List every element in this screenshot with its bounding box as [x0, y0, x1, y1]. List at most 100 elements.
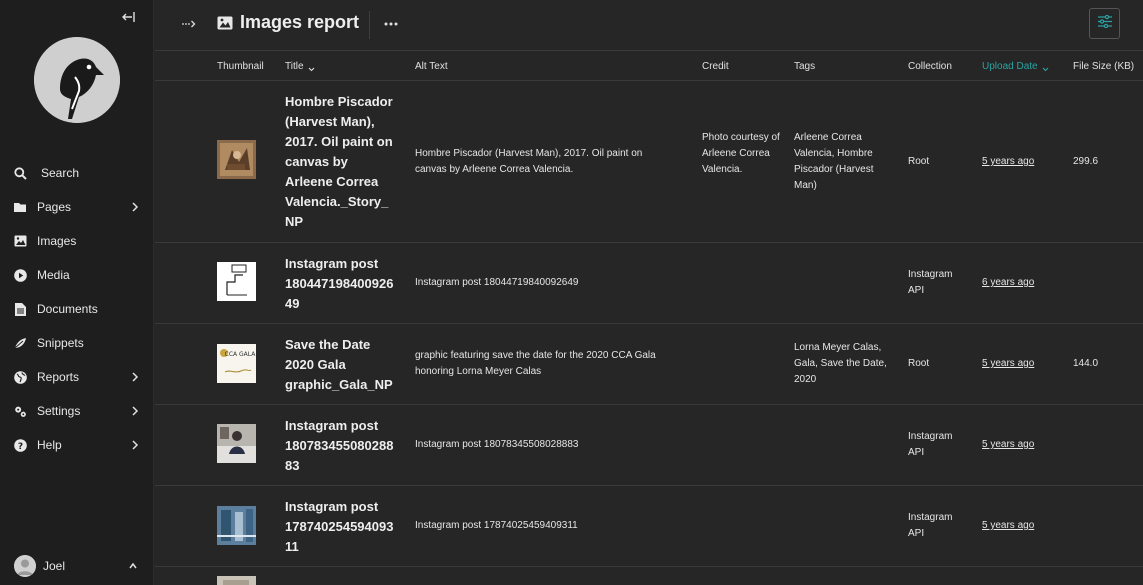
sidebar-item-search[interactable]: Search	[0, 156, 154, 190]
sidebar-item-help[interactable]: ? Help	[0, 428, 154, 462]
chevron-right-icon	[130, 371, 140, 383]
table-row: Instagram post 17874025459409311 Instagr…	[155, 486, 1143, 567]
sidebar-item-pages[interactable]: Pages	[0, 190, 154, 224]
wagtail-logo[interactable]	[34, 37, 120, 123]
column-header-alt-text: Alt Text	[415, 61, 448, 72]
sidebar-item-documents[interactable]: Documents	[0, 292, 154, 326]
table-row	[155, 567, 1143, 585]
sidebar-item-label: Pages	[37, 200, 72, 214]
sidebar-item-label: Settings	[37, 404, 81, 418]
file-size: 144.0	[1073, 358, 1099, 369]
upload-date[interactable]: 5 years ago	[982, 154, 1034, 170]
tags: Lorna Meyer Calas, Gala, Save the Date, …	[794, 342, 887, 385]
column-header-collection: Collection	[908, 61, 952, 72]
sidebar-item-label: Documents	[37, 302, 98, 316]
image-title-link[interactable]: Hombre Piscador (Harvest Man), 2017. Oil…	[285, 92, 397, 232]
image-icon	[14, 235, 27, 248]
sidebar-item-label: Images	[37, 234, 77, 248]
table-header: Thumbnail Title Alt Text Credit Tags Col…	[155, 52, 1143, 81]
more-actions-icon[interactable]	[383, 16, 399, 32]
search-icon	[14, 166, 27, 180]
sidebar-item-label: Media	[37, 268, 70, 282]
thumbnail-image[interactable]	[217, 576, 256, 585]
page-title: Images report	[240, 12, 360, 32]
collapse-sidebar-icon[interactable]	[121, 9, 137, 25]
sidebar: Search Pages Images Media Documents Snip…	[0, 0, 154, 585]
image-icon	[217, 15, 233, 31]
alt-text: Instagram post 17874025459409311	[415, 520, 578, 531]
chevron-down-icon	[1042, 64, 1049, 72]
folder-icon	[14, 201, 27, 214]
column-header-thumbnail: Thumbnail	[217, 61, 264, 72]
collection: Root	[908, 358, 930, 369]
thumbnail-image[interactable]	[217, 424, 256, 463]
table-row: Instagram post 18078345508028883 Instagr…	[155, 405, 1143, 486]
alt-text: Instagram post 18078345508028883	[415, 439, 579, 450]
column-header-label: Title	[285, 61, 304, 72]
sliders-icon	[1097, 14, 1112, 33]
sidebar-item-snippets[interactable]: Snippets	[0, 326, 154, 360]
filter-button[interactable]	[1089, 8, 1120, 39]
column-header-title[interactable]: Title	[285, 61, 315, 72]
alt-text: Instagram post 18044719840092649	[415, 277, 579, 288]
chevron-right-icon	[130, 201, 140, 213]
svg-text:CCA GALA: CCA GALA	[225, 351, 256, 358]
file-size: 299.6	[1073, 156, 1099, 167]
tags: Arleene Correa Valencia, Hombre Piscador…	[794, 132, 874, 191]
image-title-link[interactable]: Instagram post 17874025459409311	[285, 497, 397, 557]
alt-text: graphic featuring save the date for the …	[415, 350, 656, 377]
sidebar-item-label: Reports	[37, 370, 80, 384]
collection: Instagram API	[908, 269, 953, 296]
sidebar-item-label: Snippets	[37, 336, 84, 350]
sidebar-nav: Search Pages Images Media Documents Snip…	[0, 156, 154, 462]
chevron-up-icon	[128, 560, 138, 572]
credit: Photo courtesy of Arleene Correa Valenci…	[702, 132, 780, 175]
breadcrumb-toggle-icon[interactable]	[181, 16, 197, 32]
account-menu[interactable]: Joel	[14, 555, 140, 577]
svg-text:?: ?	[18, 442, 23, 452]
sidebar-item-images[interactable]: Images	[0, 224, 154, 258]
upload-date[interactable]: 5 years ago	[982, 518, 1034, 534]
sidebar-item-media[interactable]: Media	[0, 258, 154, 292]
user-name: Joel	[43, 559, 66, 573]
chevron-right-icon	[130, 405, 140, 417]
table-row: Instagram post 18044719840092649 Instagr…	[155, 243, 1143, 324]
snippet-icon	[14, 337, 27, 350]
help-icon: ?	[14, 438, 27, 452]
page-header: Images report	[155, 0, 1143, 51]
column-header-upload-date[interactable]: Upload Date	[982, 61, 1049, 72]
images-table: Thumbnail Title Alt Text Credit Tags Col…	[155, 52, 1143, 585]
play-icon	[14, 268, 27, 282]
image-title-link[interactable]: Instagram post 18078345508028883	[285, 416, 397, 476]
sidebar-item-reports[interactable]: Reports	[0, 360, 154, 394]
upload-date[interactable]: 5 years ago	[982, 356, 1034, 372]
chevron-right-icon	[130, 439, 140, 451]
sidebar-item-settings[interactable]: Settings	[0, 394, 154, 428]
header-divider	[369, 11, 370, 39]
collection: Instagram API	[908, 512, 953, 539]
column-header-credit: Credit	[702, 61, 729, 72]
column-header-tags: Tags	[794, 61, 816, 72]
chevron-down-icon	[308, 64, 315, 72]
cogs-icon	[14, 405, 27, 418]
table-row: CCA GALA Save the Date 2020 Gala graphic…	[155, 324, 1143, 405]
thumbnail-image[interactable]	[217, 140, 256, 179]
upload-date[interactable]: 5 years ago	[982, 437, 1034, 453]
avatar	[14, 555, 36, 577]
table-row: Hombre Piscador (Harvest Man), 2017. Oil…	[155, 81, 1143, 243]
image-title-link[interactable]: Instagram post 18044719840092649	[285, 254, 397, 314]
alt-text: Hombre Piscador (Harvest Man), 2017. Oil…	[415, 148, 643, 175]
upload-date[interactable]: 6 years ago	[982, 275, 1034, 291]
sidebar-item-label: Help	[37, 438, 62, 452]
collection: Root	[908, 156, 930, 167]
thumbnail-image[interactable]	[217, 262, 256, 301]
globe-icon	[14, 370, 27, 384]
document-icon	[14, 302, 27, 316]
sidebar-item-label: Search	[41, 166, 80, 180]
column-header-label: Upload Date	[982, 61, 1038, 72]
collection: Instagram API	[908, 431, 953, 458]
thumbnail-image[interactable]	[217, 506, 256, 545]
column-header-file-size: File Size (KB)	[1073, 61, 1135, 72]
image-title-link[interactable]: Save the Date 2020 Gala graphic_Gala_NP	[285, 335, 397, 395]
thumbnail-image[interactable]: CCA GALA	[217, 344, 256, 383]
